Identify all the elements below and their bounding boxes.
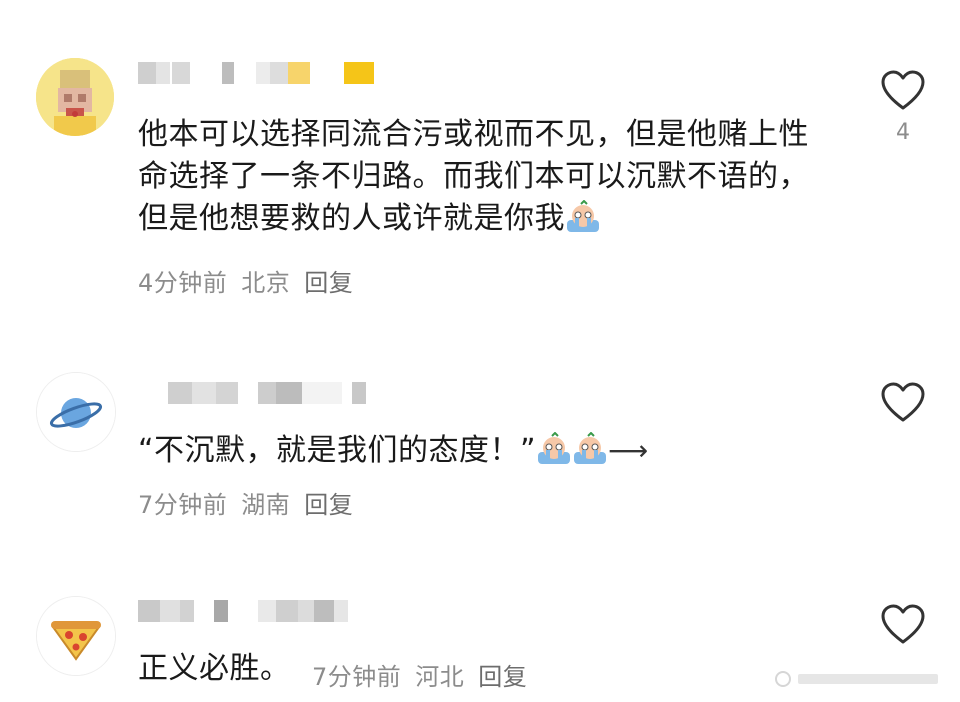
avatar[interactable] bbox=[36, 58, 114, 136]
heart-icon bbox=[881, 382, 925, 422]
comment-location: 湖南 bbox=[241, 491, 291, 519]
username-blurred[interactable] bbox=[138, 600, 348, 622]
comment-time: 7分钟前 bbox=[312, 663, 402, 691]
username-blurred[interactable] bbox=[138, 62, 374, 84]
avatar[interactable] bbox=[36, 596, 116, 676]
like-count: 4 bbox=[896, 120, 910, 145]
like-button[interactable]: 4 bbox=[878, 70, 928, 145]
reply-button[interactable]: 回复 bbox=[304, 491, 353, 519]
crying-emoji-icon bbox=[567, 200, 599, 232]
comment-time: 4分钟前 bbox=[138, 269, 228, 297]
like-button[interactable] bbox=[878, 604, 928, 654]
like-button[interactable] bbox=[878, 382, 928, 432]
comment-time: 7分钟前 bbox=[138, 491, 228, 519]
crying-emoji-icon bbox=[538, 432, 571, 464]
reply-button[interactable]: 回复 bbox=[478, 663, 527, 691]
username-blurred[interactable] bbox=[138, 382, 366, 404]
comment-body: 正义必胜。 bbox=[138, 651, 291, 686]
avatar[interactable] bbox=[36, 372, 116, 452]
comment-body: “不沉默，就是我们的态度！” bbox=[138, 433, 537, 468]
pizza-icon bbox=[37, 597, 115, 675]
arrow-glyph: ⟶ bbox=[608, 434, 649, 467]
heart-icon bbox=[881, 70, 925, 110]
reply-button[interactable]: 回复 bbox=[304, 269, 353, 297]
comment-text: “不沉默，就是我们的态度！” ⟶ bbox=[138, 430, 828, 472]
crying-emoji-icon bbox=[574, 432, 607, 464]
heart-icon bbox=[881, 604, 925, 644]
comment-meta: 4分钟前 北京 回复 bbox=[138, 263, 367, 298]
comment-body: 他本可以选择同流合污或视而不见，但是他赌上性命选择了一条不归路。而我们本可以沉默… bbox=[138, 117, 809, 236]
planet-icon bbox=[37, 373, 115, 451]
comment-text: 他本可以选择同流合污或视而不见，但是他赌上性命选择了一条不归路。而我们本可以沉默… bbox=[138, 114, 828, 240]
comment-meta: 7分钟前 河北 回复 bbox=[312, 657, 541, 692]
watermark-graphic bbox=[775, 671, 938, 687]
pixelated-avatar-icon bbox=[36, 58, 114, 136]
comment-location: 北京 bbox=[241, 269, 291, 297]
comment-location: 河北 bbox=[415, 663, 465, 691]
comment-meta: 7分钟前 湖南 回复 bbox=[138, 485, 367, 520]
